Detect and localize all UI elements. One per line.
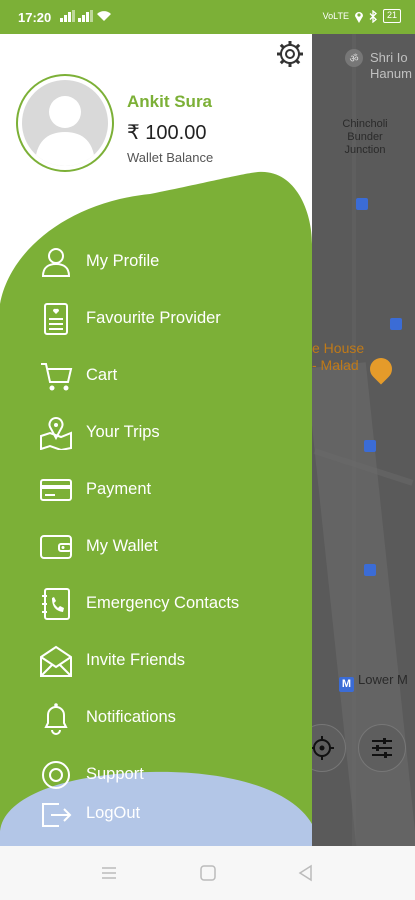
metro-icon: M — [339, 677, 354, 692]
wallet-icon — [40, 535, 72, 559]
logout-icon — [42, 803, 72, 827]
menu-item-my-wallet[interactable]: My Wallet — [0, 522, 300, 572]
menu-item-cart[interactable]: Cart — [0, 351, 300, 401]
network-label: VoLTE — [322, 11, 349, 21]
location-icon — [354, 11, 363, 23]
logout-button[interactable]: LogOut — [0, 794, 300, 838]
map-view[interactable]: ॐ Shri Io Hanum Chincholi Bunder Junctio… — [312, 34, 415, 846]
map-label-lower: Lower M — [358, 672, 408, 687]
menu-item-notifications[interactable]: Notifications — [0, 693, 300, 743]
signal-icon — [60, 10, 75, 22]
menu-label: Emergency Contacts — [86, 594, 240, 612]
status-time: 17:20 — [18, 10, 52, 25]
menu-item-favourite-provider[interactable]: Favourite Provider — [0, 294, 300, 344]
back-triangle-icon[interactable] — [297, 864, 315, 882]
svg-text:ॐ: ॐ — [349, 53, 358, 65]
menu-item-payment[interactable]: Payment — [0, 465, 300, 515]
status-signal-group — [60, 9, 112, 22]
cart-icon — [41, 363, 73, 391]
status-bar: 17:20 VoLTE 21 — [0, 0, 415, 34]
battery-indicator: 21 — [382, 9, 401, 23]
temple-icon: ॐ — [345, 49, 363, 67]
menu-item-emergency-contacts[interactable]: Emergency Contacts — [0, 579, 300, 629]
status-right-group: VoLTE 21 — [323, 9, 401, 23]
menu-label: Cart — [86, 366, 118, 384]
menu-item-my-profile[interactable]: My Profile — [0, 237, 300, 287]
settings-gear-icon[interactable] — [276, 40, 304, 68]
user-name: Ankit Sura — [127, 92, 213, 111]
menu-label: Favourite Provider — [86, 309, 221, 327]
logout-label: LogOut — [86, 804, 141, 822]
system-nav-bar — [0, 846, 415, 900]
crosshair-icon — [312, 736, 334, 760]
bluetooth-icon — [369, 9, 377, 23]
wallet-balance-amount: ₹ 100.00 — [127, 122, 207, 144]
menu-label: My Wallet — [86, 537, 158, 555]
map-label-temple: Shri Io Hanum — [370, 50, 412, 81]
menu-item-support[interactable]: Support — [0, 750, 300, 800]
avatar-placeholder-icon — [22, 80, 108, 166]
menu-label: My Profile — [86, 252, 160, 270]
menu-lines-icon[interactable] — [100, 864, 118, 882]
bus-stop-icon — [356, 198, 368, 210]
menu-item-your-trips[interactable]: Your Trips — [0, 408, 300, 458]
menu-label: Support — [86, 765, 144, 783]
menu-item-invite-friends[interactable]: Invite Friends — [0, 636, 300, 686]
favourite-list-icon — [44, 303, 68, 335]
menu-label: Your Trips — [86, 423, 160, 441]
locate-me-button[interactable] — [312, 724, 346, 772]
bell-icon — [44, 703, 68, 735]
wifi-icon — [97, 11, 111, 21]
filter-button[interactable] — [358, 724, 406, 772]
envelope-icon — [40, 645, 72, 677]
home-square-icon[interactable] — [199, 864, 217, 882]
phone-book-icon — [42, 588, 70, 620]
map-pin-icon — [40, 417, 72, 450]
menu-label: Invite Friends — [86, 651, 186, 669]
filter-icon — [372, 738, 392, 758]
signal-icon — [78, 10, 93, 22]
menu-label: Notifications — [86, 708, 176, 726]
map-label-junction: Chincholi Bunder Junction — [342, 118, 388, 156]
bus-stop-icon — [364, 564, 376, 576]
map-label-place: e House - Malad — [312, 340, 365, 373]
avatar[interactable] — [16, 74, 114, 172]
support-icon — [42, 761, 70, 789]
wallet-balance-label: Wallet Balance — [127, 150, 214, 165]
navigation-drawer: Ankit Sura ₹ 100.00 Wallet Balance My Pr… — [0, 34, 312, 846]
menu-label: Payment — [86, 480, 152, 498]
user-icon — [41, 248, 71, 277]
bus-stop-icon — [390, 318, 402, 330]
bus-stop-icon — [364, 440, 376, 452]
card-icon — [40, 479, 72, 501]
